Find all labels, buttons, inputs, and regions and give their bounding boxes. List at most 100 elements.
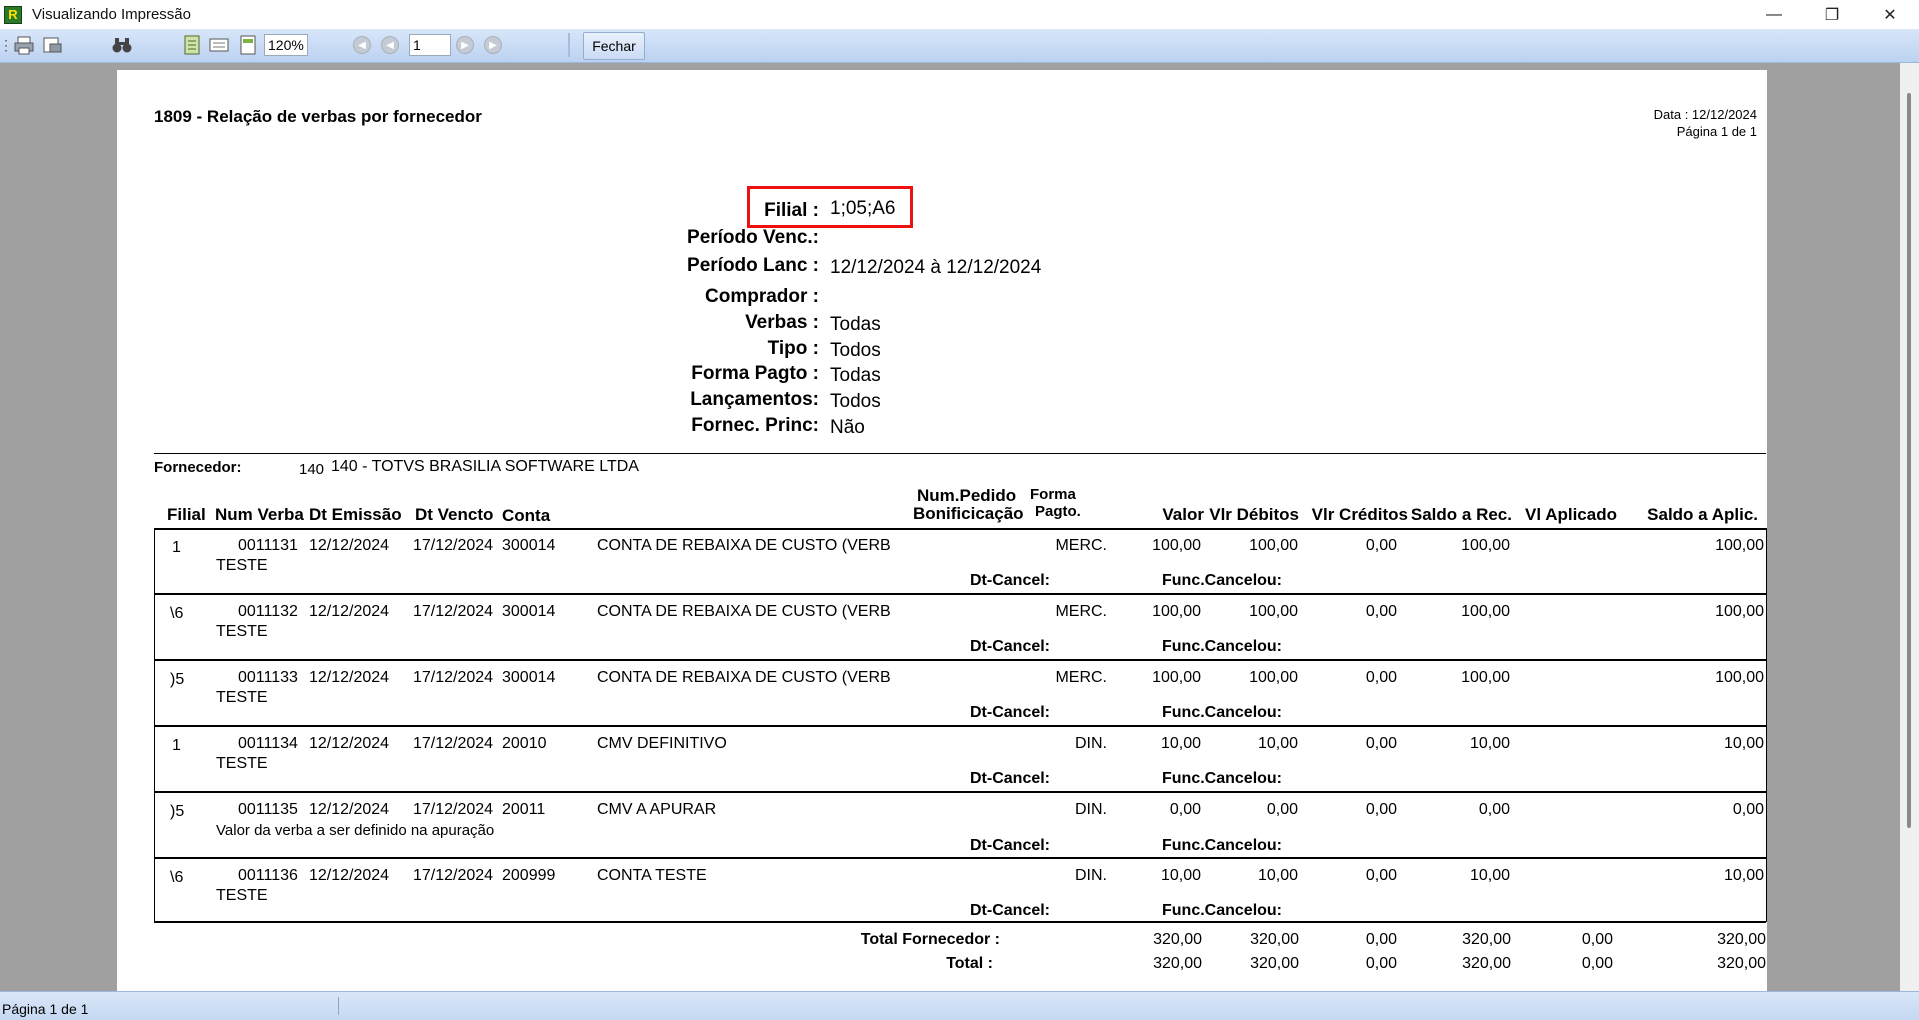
status-bar: Página 1 de 1 xyxy=(0,991,1919,1020)
col-header-pagto: Pagto. xyxy=(1035,503,1081,520)
page-width-icon[interactable] xyxy=(207,33,231,57)
supplier-name: 140 - TOTVS BRASILIA SOFTWARE LTDA xyxy=(331,458,639,475)
row-6-conta: 200999 xyxy=(502,867,556,884)
row-4-valor: 10,00 xyxy=(1160,735,1201,752)
row-3-debitos: 100,00 xyxy=(1249,669,1298,686)
row-5-conta: 20011 xyxy=(502,801,546,818)
row-4-dt-vencto: 17/12/2024 xyxy=(413,735,494,752)
row-4-conta: 20010 xyxy=(502,735,547,752)
filter-label-fornec-princ: Fornec. Princ: xyxy=(691,415,819,436)
separator-line xyxy=(154,453,1766,454)
col-header-vlr-debitos: Vlr Débitos xyxy=(1209,505,1299,524)
row-separator xyxy=(154,725,1766,727)
row-2-description: TESTE xyxy=(216,623,268,640)
row-1-func-cancelou-label: Func.Cancelou: xyxy=(1162,572,1283,589)
filter-value-tipo: Todos xyxy=(830,340,881,361)
row-2-saldo-rec: 100,00 xyxy=(1461,603,1510,620)
total-vl-aplicado: 0,00 xyxy=(1581,955,1613,972)
total-fornecedor-valor: 320,00 xyxy=(1153,931,1202,948)
report-title: 1809 - Relação de verbas por fornecedor xyxy=(154,107,482,126)
row-5-debitos: 0,00 xyxy=(1266,801,1298,818)
app-logo-icon: R xyxy=(4,5,22,24)
filter-value-verbas: Todas xyxy=(830,314,881,335)
row-6-saldo-rec: 10,00 xyxy=(1469,867,1510,884)
total-fornecedor-debitos: 320,00 xyxy=(1250,931,1299,948)
page-number-input[interactable]: 1 xyxy=(409,34,451,56)
row-5-dt-cancel-label: Dt-Cancel: xyxy=(970,837,1051,854)
supplier-label: Fornecedor: xyxy=(154,459,242,476)
single-page-icon[interactable] xyxy=(180,33,204,57)
row-1-forma: MERC. xyxy=(1055,537,1107,554)
col-header-bonificacao: Bonificicação xyxy=(913,504,1024,523)
last-page-icon[interactable]: ▶ xyxy=(484,36,502,54)
restore-button[interactable]: ❐ xyxy=(1803,0,1861,29)
filter-label-verbas: Verbas : xyxy=(745,312,819,333)
row-1-conta: 300014 xyxy=(502,537,556,554)
zoom-input[interactable]: 120% xyxy=(264,34,308,56)
row-1-creditos: 0,00 xyxy=(1365,537,1397,554)
row-1-dt-vencto: 17/12/2024 xyxy=(413,537,494,554)
next-page-icon[interactable]: ▶ xyxy=(456,36,474,54)
supplier-code: 140 xyxy=(299,461,325,478)
row-5-description: Valor da verba a ser definido na apuraçã… xyxy=(216,822,495,839)
total-debitos: 320,00 xyxy=(1250,955,1299,972)
title-bar: R Visualizando Impressão — ❐ ✕ xyxy=(0,0,1919,29)
row-6-debitos: 10,00 xyxy=(1257,867,1298,884)
scrollbar-thumb[interactable] xyxy=(1907,93,1911,828)
row-4-saldo-rec: 10,00 xyxy=(1469,735,1510,752)
row-2-debitos: 100,00 xyxy=(1249,603,1298,620)
row-separator xyxy=(154,857,1766,859)
row-5-func-cancelou-label: Func.Cancelou: xyxy=(1162,837,1283,854)
filter-label-comprador: Comprador : xyxy=(705,286,819,307)
print-icon[interactable] xyxy=(12,33,36,57)
row-2-filial: \6 xyxy=(170,605,184,622)
vertical-scrollbar[interactable] xyxy=(1900,63,1919,991)
col-header-forma: Forma xyxy=(1030,486,1076,503)
row-1-conta-desc: CONTA DE REBAIXA DE CUSTO (VERB xyxy=(597,537,891,554)
row-6-func-cancelou-label: Func.Cancelou: xyxy=(1162,902,1283,919)
row-6-valor: 10,00 xyxy=(1160,867,1201,884)
table-right-border xyxy=(1766,528,1767,922)
row-4-dt-emissao: 12/12/2024 xyxy=(309,735,390,752)
row-6-description: TESTE xyxy=(216,887,268,904)
col-header-num-pedido: Num.Pedido xyxy=(917,486,1017,505)
row-4-conta-desc: CMV DEFINITIVO xyxy=(597,735,727,752)
filter-label-filial: Filial : xyxy=(764,200,819,221)
col-header-vl-aplicado: Vl Aplicado xyxy=(1525,505,1617,524)
filter-label-periodo-venc: Período Venc.: xyxy=(687,227,819,248)
close-preview-button[interactable]: Fechar xyxy=(583,32,645,60)
row-6-saldo-aplic: 10,00 xyxy=(1723,867,1764,884)
full-page-icon[interactable] xyxy=(236,33,260,57)
table-bottom-border xyxy=(154,921,1766,923)
row-3-saldo-aplic: 100,00 xyxy=(1715,669,1764,686)
row-4-saldo-aplic: 10,00 xyxy=(1723,735,1764,752)
row-4-creditos: 0,00 xyxy=(1365,735,1397,752)
row-5-num-verba: 0011135 xyxy=(238,801,298,818)
row-separator xyxy=(154,659,1766,661)
filter-value-forma-pagto: Todas xyxy=(830,365,881,386)
row-6-num-verba: 0011136 xyxy=(238,867,298,884)
close-window-button[interactable]: ✕ xyxy=(1861,0,1919,29)
row-1-debitos: 100,00 xyxy=(1249,537,1298,554)
row-5-saldo-aplic: 0,00 xyxy=(1732,801,1764,818)
row-3-saldo-rec: 100,00 xyxy=(1461,669,1510,686)
col-header-conta: Conta xyxy=(502,506,551,525)
print-setup-icon[interactable] xyxy=(40,33,64,57)
filter-value-filial: 1;05;A6 xyxy=(830,198,896,219)
row-2-creditos: 0,00 xyxy=(1365,603,1397,620)
find-binoculars-icon[interactable] xyxy=(110,33,134,57)
report-page-info: Página 1 de 1 xyxy=(1676,124,1757,139)
filter-label-lancamentos: Lançamentos: xyxy=(690,389,819,410)
toolbar-separator xyxy=(568,33,570,57)
previous-page-icon[interactable]: ◀ xyxy=(381,36,399,54)
row-5-dt-emissao: 12/12/2024 xyxy=(309,801,390,818)
minimize-button[interactable]: — xyxy=(1745,0,1803,29)
first-page-icon[interactable]: ◀ xyxy=(353,36,371,54)
row-3-forma: MERC. xyxy=(1055,669,1107,686)
filter-value-periodo-lanc: 12/12/2024 à 12/12/2024 xyxy=(830,257,1042,278)
row-2-conta: 300014 xyxy=(502,603,556,620)
row-1-num-verba: 0011131 xyxy=(238,537,298,554)
row-3-dt-emissao: 12/12/2024 xyxy=(309,669,390,686)
row-5-conta-desc: CMV A APURAR xyxy=(597,801,717,818)
row-3-description: TESTE xyxy=(216,689,268,706)
